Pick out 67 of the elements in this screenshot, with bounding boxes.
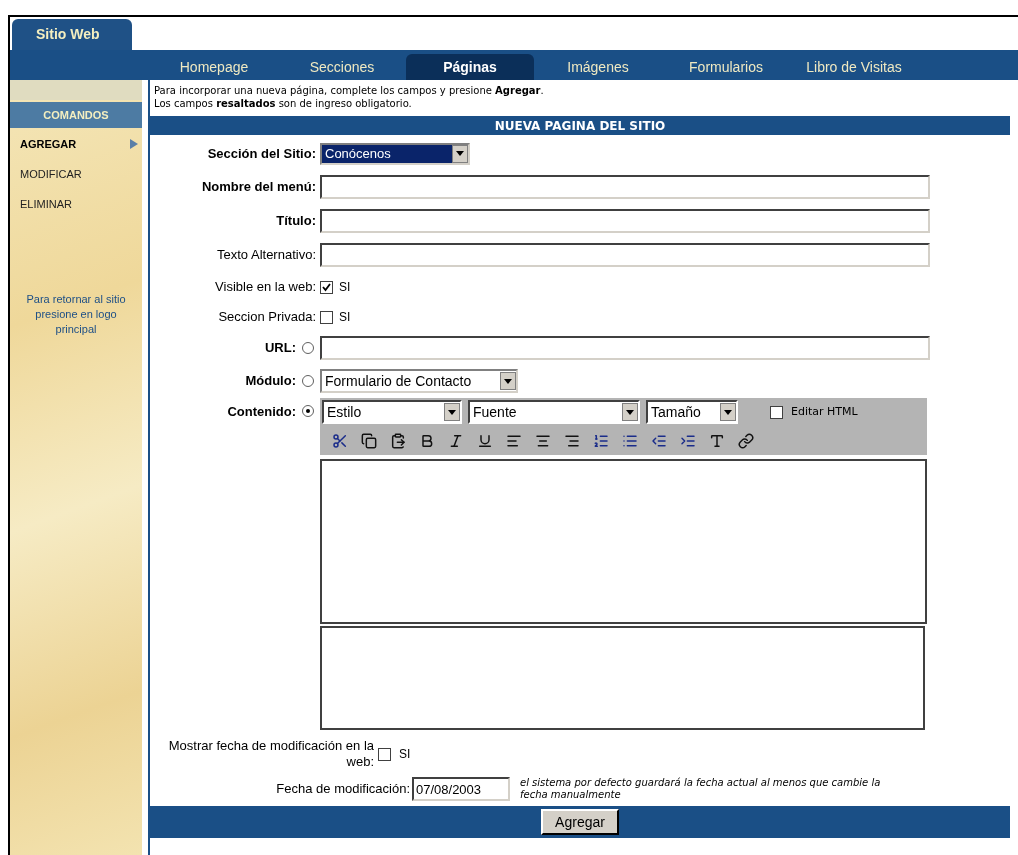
field-label: Módulo: bbox=[245, 372, 296, 391]
link-icon[interactable] bbox=[738, 433, 754, 449]
text-input[interactable] bbox=[320, 175, 930, 199]
date-input[interactable]: 07/08/2003 bbox=[412, 777, 510, 801]
bullet-list-icon[interactable] bbox=[622, 433, 638, 449]
instruction-text: Los campos resaltados son de ingreso obligatorio. bbox=[154, 97, 413, 110]
text-input[interactable] bbox=[320, 209, 930, 233]
module-select[interactable]: Formulario de Contacto bbox=[320, 369, 518, 393]
cut-icon[interactable] bbox=[332, 433, 348, 449]
align-right-icon[interactable] bbox=[564, 433, 580, 449]
outdent-icon[interactable] bbox=[651, 433, 667, 449]
command-link[interactable]: AGREGAR bbox=[20, 134, 138, 154]
nav-tab[interactable]: Homepage bbox=[150, 54, 278, 80]
text-input[interactable] bbox=[320, 243, 930, 267]
indent-icon[interactable] bbox=[680, 433, 696, 449]
text-color-icon[interactable] bbox=[709, 433, 725, 449]
editor-dropdown[interactable]: Tamaño bbox=[646, 400, 738, 424]
url-input[interactable] bbox=[320, 336, 930, 360]
form-title-bar: NUEVA PAGINA DEL SITIO bbox=[150, 116, 1010, 135]
commands-header: COMANDOS bbox=[10, 102, 142, 128]
edit-html-label: Editar HTML bbox=[791, 403, 858, 420]
checkbox-label: SI bbox=[339, 279, 351, 296]
nav-tab[interactable]: Secciones bbox=[278, 54, 406, 80]
radio-button[interactable] bbox=[302, 405, 314, 417]
nav-tab[interactable]: Formularios bbox=[662, 54, 790, 80]
italic-icon[interactable] bbox=[448, 433, 464, 449]
numbered-list-icon[interactable] bbox=[593, 433, 609, 449]
checkbox[interactable] bbox=[770, 405, 783, 419]
paste-icon[interactable] bbox=[390, 433, 406, 449]
nav-tab[interactable]: Libro de Visitas bbox=[790, 54, 918, 80]
field-label: Mostrar fecha de modificación en la web: bbox=[167, 738, 375, 770]
field-label: Sección del Sitio: bbox=[207, 144, 316, 163]
checkbox-label: SI bbox=[399, 746, 411, 763]
field-label: Contenido: bbox=[227, 403, 296, 421]
checkbox[interactable] bbox=[320, 310, 333, 324]
field-label: Nombre del menú: bbox=[201, 178, 316, 197]
align-left-icon[interactable] bbox=[506, 433, 522, 449]
copy-icon[interactable] bbox=[361, 433, 377, 449]
editor-dropdown[interactable]: Estilo bbox=[322, 400, 462, 424]
editor-dropdown[interactable]: Fuente bbox=[468, 400, 640, 424]
editor-area[interactable] bbox=[320, 459, 927, 624]
instruction-text: Para incorporar una nueva página, complete los campos y presione Agregar. bbox=[154, 84, 545, 97]
submit-button[interactable]: Agregar bbox=[541, 809, 619, 835]
site-tab[interactable]: Sitio Web bbox=[12, 19, 132, 50]
section-select[interactable]: Conócenos bbox=[320, 142, 470, 165]
field-label: Título: bbox=[276, 212, 316, 231]
field-label: Seccion Privada: bbox=[218, 308, 316, 327]
align-center-icon[interactable] bbox=[535, 433, 551, 449]
bold-icon[interactable] bbox=[419, 433, 435, 449]
underline-icon[interactable] bbox=[477, 433, 493, 449]
field-label: Texto Alternativo: bbox=[217, 246, 316, 265]
date-hint: el sistema por defecto guardará la fecha actual al menos que cambie la fecha manualmente bbox=[520, 777, 882, 801]
checkbox[interactable] bbox=[378, 747, 391, 761]
nav-tab[interactable]: Imágenes bbox=[534, 54, 662, 80]
checkbox[interactable] bbox=[320, 280, 333, 294]
field-label: Fecha de modificación: bbox=[275, 780, 411, 799]
pointer-icon bbox=[130, 139, 138, 149]
checkbox-label: SI bbox=[339, 309, 351, 326]
help-text: Para retornar al sitio presione en logo principal bbox=[25, 292, 127, 337]
radio-button[interactable] bbox=[302, 375, 314, 387]
nav-tab[interactable]: Páginas bbox=[406, 54, 534, 80]
editor-area[interactable] bbox=[320, 626, 925, 730]
radio-button[interactable] bbox=[302, 342, 314, 354]
field-label: Visible en la web: bbox=[215, 278, 316, 297]
command-link[interactable]: MODIFICAR bbox=[20, 164, 138, 184]
field-label: URL: bbox=[264, 339, 296, 358]
command-link[interactable]: ELIMINAR bbox=[20, 194, 138, 214]
